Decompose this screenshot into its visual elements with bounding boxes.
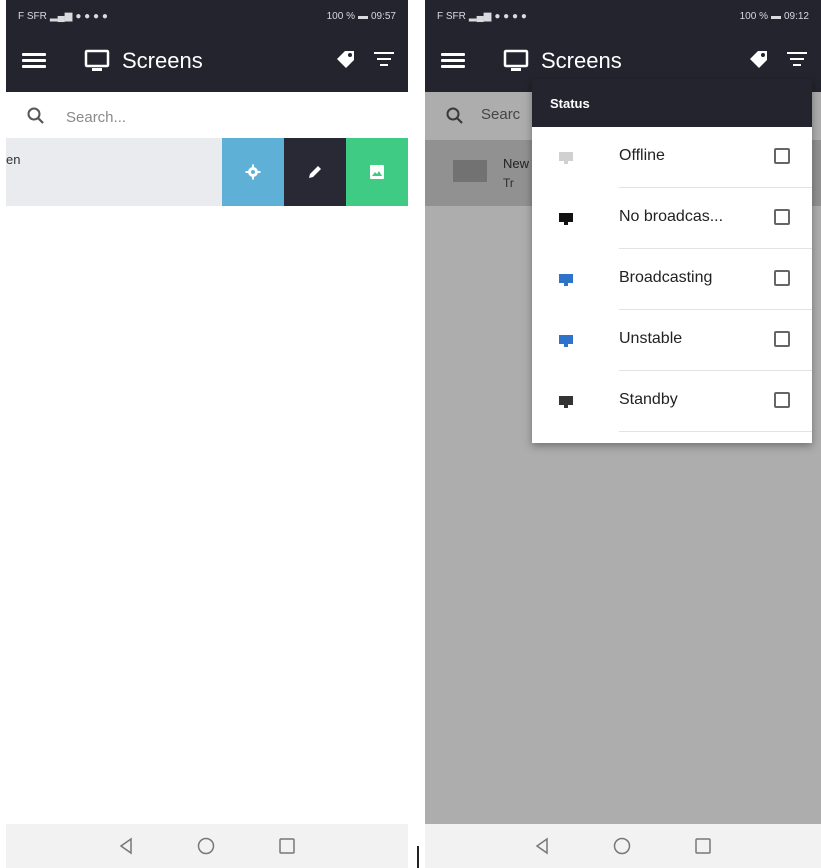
status-option[interactable]: No broadcas... <box>532 188 812 249</box>
image-action-button[interactable] <box>346 138 408 206</box>
search-input[interactable] <box>64 102 368 132</box>
pencil-icon <box>309 166 321 178</box>
system-nav-bar <box>6 824 408 868</box>
option-divider <box>619 431 812 432</box>
gear-icon <box>245 164 261 180</box>
time-label: 09:12 <box>783 10 809 22</box>
app-bar: Screens <box>6 32 408 92</box>
notification-icons: ● ● ● ● <box>75 10 108 22</box>
monitor-unstable-icon <box>559 335 573 347</box>
battery-label: 100 % <box>326 10 355 22</box>
page-title: Screens <box>122 48 203 73</box>
image-icon <box>370 165 384 179</box>
battery-icon: ▬ <box>770 10 781 22</box>
status-option-label: Offline <box>619 147 665 164</box>
filter-button[interactable] <box>787 52 807 70</box>
carrier-label: F SFR <box>437 10 466 22</box>
recents-icon[interactable] <box>694 837 712 855</box>
menu-button[interactable] <box>20 50 48 74</box>
search-bar <box>6 92 408 141</box>
status-option-label: Standby <box>619 391 678 408</box>
dropdown-header: Status <box>532 79 812 127</box>
status-checkbox[interactable] <box>774 148 790 164</box>
edit-action-button[interactable] <box>284 138 346 206</box>
monitor-icon <box>503 49 529 71</box>
notification-icons: ● ● ● ● <box>494 10 527 22</box>
status-option[interactable]: Offline <box>532 127 812 188</box>
home-icon[interactable] <box>612 836 632 856</box>
signal-icon: ▂▄▆ <box>468 10 492 22</box>
status-option-label: No broadcas... <box>619 208 724 225</box>
status-option[interactable]: Unstable <box>532 310 812 371</box>
monitor-no-broadcast-icon <box>559 213 573 225</box>
home-icon[interactable] <box>196 836 216 856</box>
status-filter-dropdown: Status Offline No broadcas... Broadcasting… <box>532 79 812 443</box>
search-icon <box>27 107 44 124</box>
monitor-icon <box>84 49 110 71</box>
status-option-label: Broadcasting <box>619 269 713 286</box>
recents-icon[interactable] <box>278 837 296 855</box>
tag-icon[interactable] <box>334 49 356 71</box>
status-option[interactable]: Standby <box>532 371 812 432</box>
status-option[interactable]: Broadcasting <box>532 249 812 310</box>
filter-button[interactable] <box>374 52 394 70</box>
battery-label: 100 % <box>739 10 768 22</box>
back-icon[interactable] <box>534 837 550 855</box>
left-phone-screen: F SFR ▂▄▆ ● ● ● ● 100 % ▬ 09:57 Screens <box>6 0 408 868</box>
signal-icon: ▂▄▆ <box>49 10 73 22</box>
right-phone-screen: F SFR ▂▄▆ ● ● ● ● 100 % ▬ 09:12 Screens <box>425 0 821 868</box>
status-checkbox[interactable] <box>774 392 790 408</box>
page-title: Screens <box>541 48 622 73</box>
status-option-label: Unstable <box>619 330 683 347</box>
status-bar: F SFR ▂▄▆ ● ● ● ● 100 % ▬ 09:57 <box>6 0 408 32</box>
menu-button[interactable] <box>439 50 467 74</box>
monitor-broadcasting-icon <box>559 274 573 286</box>
status-checkbox[interactable] <box>774 270 790 286</box>
text-cursor <box>417 846 419 868</box>
status-checkbox[interactable] <box>774 331 790 347</box>
carrier-label: F SFR <box>18 10 47 22</box>
monitor-standby-icon <box>559 396 573 408</box>
list-item[interactable]: en <box>6 138 408 206</box>
battery-icon: ▬ <box>357 10 368 22</box>
system-nav-bar <box>425 824 821 868</box>
settings-action-button[interactable] <box>222 138 284 206</box>
time-label: 09:57 <box>370 10 396 22</box>
status-checkbox[interactable] <box>774 209 790 225</box>
tag-icon[interactable] <box>747 49 769 71</box>
back-icon[interactable] <box>118 837 134 855</box>
monitor-offline-icon <box>559 152 573 164</box>
list-item-label: en <box>6 152 21 167</box>
status-bar: F SFR ▂▄▆ ● ● ● ● 100 % ▬ 09:12 <box>425 0 821 32</box>
